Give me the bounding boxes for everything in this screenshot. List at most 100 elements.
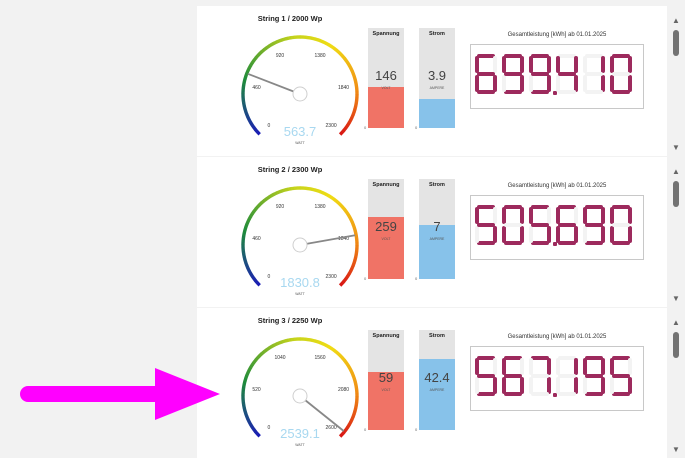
digit-segment (585, 205, 603, 209)
gauge-arc-segment (285, 189, 288, 190)
chevron-up-icon[interactable]: ▲ (671, 318, 681, 328)
gauge-arc-segment (355, 230, 356, 233)
gauge-arc-segment (257, 132, 259, 134)
gauge-arc-segment (248, 68, 249, 71)
gauge-arc-segment (348, 63, 350, 66)
digit-segment (475, 377, 479, 394)
gauge-arc-segment (351, 419, 352, 422)
digit-segment (477, 356, 495, 360)
digit-segment (531, 241, 549, 245)
gauge-arc-segment (285, 340, 288, 341)
current-bar-value: 42.4 (419, 370, 455, 385)
panel-scrollbar[interactable]: ▲▼ (671, 308, 681, 458)
digit-segment (475, 207, 479, 224)
gauge-arc-segment (247, 265, 248, 268)
gauge-arc-segment (256, 130, 258, 133)
digit-segment (475, 226, 479, 243)
gauge-arc-segment (354, 378, 355, 381)
scroll-thumb[interactable] (673, 181, 679, 207)
gauge-arc-segment (274, 193, 277, 194)
gauge-arc-segment (244, 405, 245, 408)
energy-display (470, 44, 644, 109)
panel-title: String 2 / 2300 Wp (230, 165, 350, 174)
gauge-arc-segment (267, 348, 270, 350)
panel-scrollbar[interactable]: ▲▼ (671, 6, 681, 156)
gauge-tick-label: 1040 (274, 355, 285, 361)
gauge-arc-segment (348, 365, 350, 368)
digit-segment (556, 75, 560, 92)
digit-segment (610, 56, 614, 73)
digit-segment (628, 56, 632, 73)
string-panel: String 1 / 2000 Wp0460920138018402300563… (197, 6, 667, 156)
digit-segment (504, 241, 522, 245)
power-gauge: 0460920138018402300563.7WATT (215, 24, 365, 156)
current-bar-zero-label: 0 (415, 125, 417, 130)
gauge-arc-segment (245, 410, 246, 413)
digit-segment (504, 72, 522, 76)
digit-segment (556, 207, 560, 224)
gauge-arc-segment (340, 356, 342, 358)
gauge-tick-label: 920 (276, 53, 285, 59)
digit-segment (477, 205, 495, 209)
gauge-arc-segment (250, 122, 252, 125)
gauge-arc-segment (244, 230, 245, 233)
gauge-unit: WATT (295, 141, 305, 145)
gauge-arc-segment (256, 358, 258, 360)
digit-segment (585, 241, 603, 245)
gauge-tick-label: 1560 (314, 355, 325, 361)
string-panel: String 3 / 2250 Wp0520104015602080260025… (197, 308, 667, 458)
gauge-arc-segment (351, 219, 352, 222)
gauge-arc-segment (338, 203, 340, 205)
digit-segment (520, 56, 524, 73)
gauge-arc-segment (351, 268, 352, 271)
gauge-arc-segment (344, 279, 346, 282)
gauge-arc-segment (352, 416, 353, 419)
gauge-arc-segment (340, 132, 342, 134)
gauge-arc-segment (248, 117, 249, 120)
voltage-bar-unit: VOLT (368, 237, 404, 241)
digit-segment (585, 374, 603, 378)
gauge-arc-segment (329, 196, 332, 198)
chevron-up-icon[interactable]: ▲ (671, 167, 681, 177)
gauge-arc-segment (340, 54, 342, 56)
gauge-arc-segment (352, 114, 353, 117)
current-bar-zero-label: 0 (415, 427, 417, 432)
gauge-arc-segment (348, 214, 350, 217)
gauge-arc-segment (256, 56, 258, 58)
voltage-bar-fill (368, 87, 404, 128)
seven-segment-digit (475, 356, 497, 396)
panel-scrollbar[interactable]: ▲▼ (671, 157, 681, 307)
gauge-arc-segment (349, 271, 351, 274)
chevron-down-icon[interactable]: ▼ (671, 445, 681, 455)
digit-segment (475, 75, 479, 92)
gauge-arc-segment (336, 201, 338, 203)
digit-segment (531, 392, 549, 396)
gauge-arc-segment (244, 103, 245, 106)
current-bar: Strom3.9AMPERE0 (419, 28, 455, 128)
scroll-thumb[interactable] (673, 332, 679, 358)
gauge-arc-segment (346, 427, 348, 430)
digit-segment (574, 358, 578, 375)
digit-segment (475, 358, 479, 375)
digit-segment (585, 72, 603, 76)
energy-display (470, 346, 644, 411)
gauge-arc-segment (251, 365, 253, 368)
current-bar-unit: AMPERE (419, 86, 455, 90)
digit-segment (583, 377, 587, 394)
gauge-arc-segment (252, 276, 254, 279)
chevron-down-icon[interactable]: ▼ (671, 143, 681, 153)
digit-segment (612, 205, 630, 209)
voltage-bar-unit: VOLT (368, 388, 404, 392)
gauge-arc-segment (247, 114, 248, 117)
seven-segment-digit (529, 205, 551, 245)
gauge-value: 1830.8 (280, 275, 320, 290)
gauge-value: 563.7 (284, 124, 317, 139)
gauge-arc-segment (254, 429, 256, 432)
gauge-arc-segment (258, 53, 260, 55)
gauge-arc-segment (285, 38, 288, 39)
gauge-tick-label: 460 (252, 236, 261, 242)
gauge-arc-segment (248, 268, 249, 271)
chevron-down-icon[interactable]: ▼ (671, 294, 681, 304)
scroll-thumb[interactable] (673, 30, 679, 56)
chevron-up-icon[interactable]: ▲ (671, 16, 681, 26)
